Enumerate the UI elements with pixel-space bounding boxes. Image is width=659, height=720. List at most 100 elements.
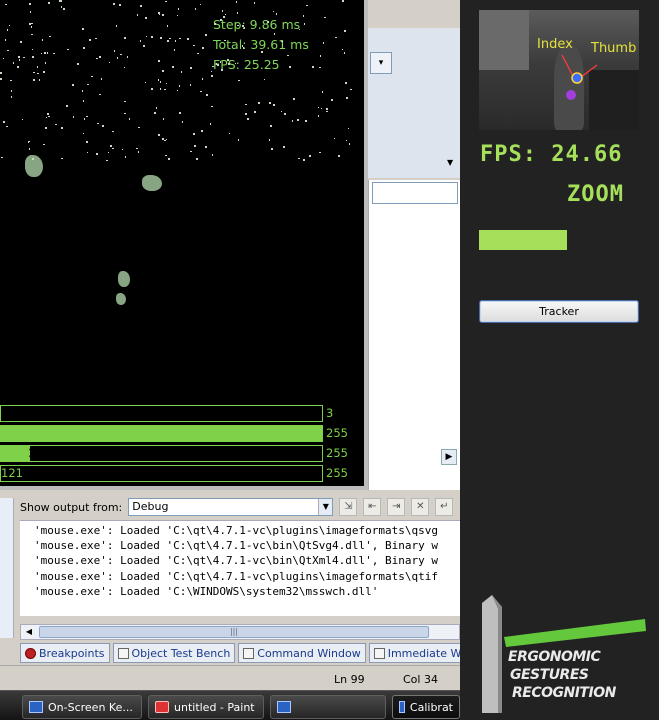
output-header: Show output from: Debug ▼ ⇲ ⇤ ⇥ ✕ ↵ [20,496,454,518]
noise-dot [334,36,337,39]
tab-immediate-window[interactable]: Immediate Window [368,643,460,663]
tab-label: Immediate Window [387,646,460,660]
chevron-down-icon[interactable]: ▼ [318,499,333,515]
noise-dot [228,63,230,65]
noise-dot [60,0,62,3]
noise-dot [81,90,84,93]
noise-dot [199,3,202,6]
noise-dot [243,26,246,29]
noise-dot [167,40,169,42]
noise-dot [95,37,97,40]
noise-dot [194,144,196,147]
noise-dot [204,34,207,37]
taskbar-paint[interactable]: untitled - Paint [148,695,264,719]
output-text[interactable]: 'mouse.exe': Loaded 'C:\qt\4.7.1-vc\plug… [20,520,460,616]
noise-dot [33,79,35,81]
taskbar-calibrate[interactable]: Calibrat [392,695,460,719]
scrollbar-thumb[interactable]: ||| [39,626,429,638]
scroll-right-icon[interactable]: ▶ [441,449,457,465]
noise-dot [283,146,286,148]
depth-blob [25,155,43,177]
noise-dot [221,10,224,12]
noise-dot [0,77,2,80]
noise-dot [162,14,164,17]
thumb-label: Thumb [591,41,637,56]
noise-dot [44,62,47,65]
noise-dot [309,154,311,157]
noise-dot [226,59,229,61]
output-source-select[interactable]: Debug ▼ [128,498,334,516]
noise-dot [43,52,46,54]
noise-dot [8,24,11,27]
noise-dot [158,60,160,62]
scroll-left-icon[interactable]: ◀ [22,626,36,638]
noise-dot [320,107,323,110]
noise-dot [177,8,180,10]
noise-dot [86,151,89,154]
find-message-icon[interactable]: ⇲ [339,498,358,516]
noise-dot [209,123,212,125]
dropdown-arrow-icon[interactable]: ▼ [447,158,453,167]
previous-message-icon[interactable]: ⇤ [363,498,382,516]
taskbar-on-screen-keyboard[interactable]: On-Screen Ke... [22,695,142,719]
noise-dot [338,155,340,157]
tab-breakpoints[interactable]: Breakpoints [20,643,110,663]
noise-dot [72,84,74,87]
output-horizontal-scrollbar[interactable]: ◀ ||| [20,624,460,640]
keyboard-icon [29,701,43,713]
noise-dot [238,79,240,82]
noise-dot [322,42,325,44]
noise-dot [219,61,222,64]
noise-dot [47,113,50,116]
noise-dot [206,94,208,97]
noise-dot [200,90,202,93]
noise-dot [194,8,197,10]
threshold-bar[interactable] [0,405,323,422]
noise-dot [124,112,126,115]
tab-object-test-bench[interactable]: Object Test Bench [112,643,236,663]
noise-dot [48,2,50,4]
noise-dot [333,137,336,140]
noise-dot [237,139,240,141]
noise-dot [18,59,21,61]
noise-dot [347,127,350,130]
threshold-bar[interactable]: 120 [0,445,323,462]
noise-dot [162,118,165,120]
noise-dot [273,104,275,107]
word-wrap-icon[interactable]: ↵ [435,498,454,516]
noise-dot [43,71,46,73]
bar-fill [1,426,322,441]
noise-dot [119,4,121,6]
noise-dot [236,12,239,14]
noise-dot [234,62,237,65]
noise-dot [269,102,271,105]
threshold-bar[interactable]: 121 [0,465,323,482]
noise-dot [341,48,344,51]
window-icon [277,701,291,713]
noise-dot [144,81,147,84]
output-line: 'mouse.exe': Loaded 'C:\qt\4.7.1-vc\plug… [34,524,438,537]
noise-dot [128,118,131,120]
clear-all-icon[interactable]: ✕ [411,498,430,516]
noise-dot [100,78,103,80]
noise-dot [72,116,75,119]
taskbar-window[interactable] [270,695,386,719]
noise-dot [6,125,8,128]
noise-dot [158,13,161,16]
noise-dot [85,141,88,144]
noise-dot [165,0,167,3]
noise-dot [160,37,163,39]
editor-input[interactable] [372,182,458,204]
next-message-icon[interactable]: ⇥ [387,498,406,516]
toolbar-dropdown-button[interactable]: ▾ [370,52,392,74]
noise-dot [17,65,19,68]
tab-command-window[interactable]: Command Window [238,643,366,663]
noise-dot [224,13,227,16]
threshold-bar[interactable] [0,425,323,442]
taskbar-label: On-Screen Ke... [48,700,133,714]
noise-dot [154,112,156,114]
noise-dot [346,97,348,100]
noise-dot [302,159,305,161]
tracker-button[interactable]: Tracker [479,300,639,323]
noise-dot [89,38,91,41]
